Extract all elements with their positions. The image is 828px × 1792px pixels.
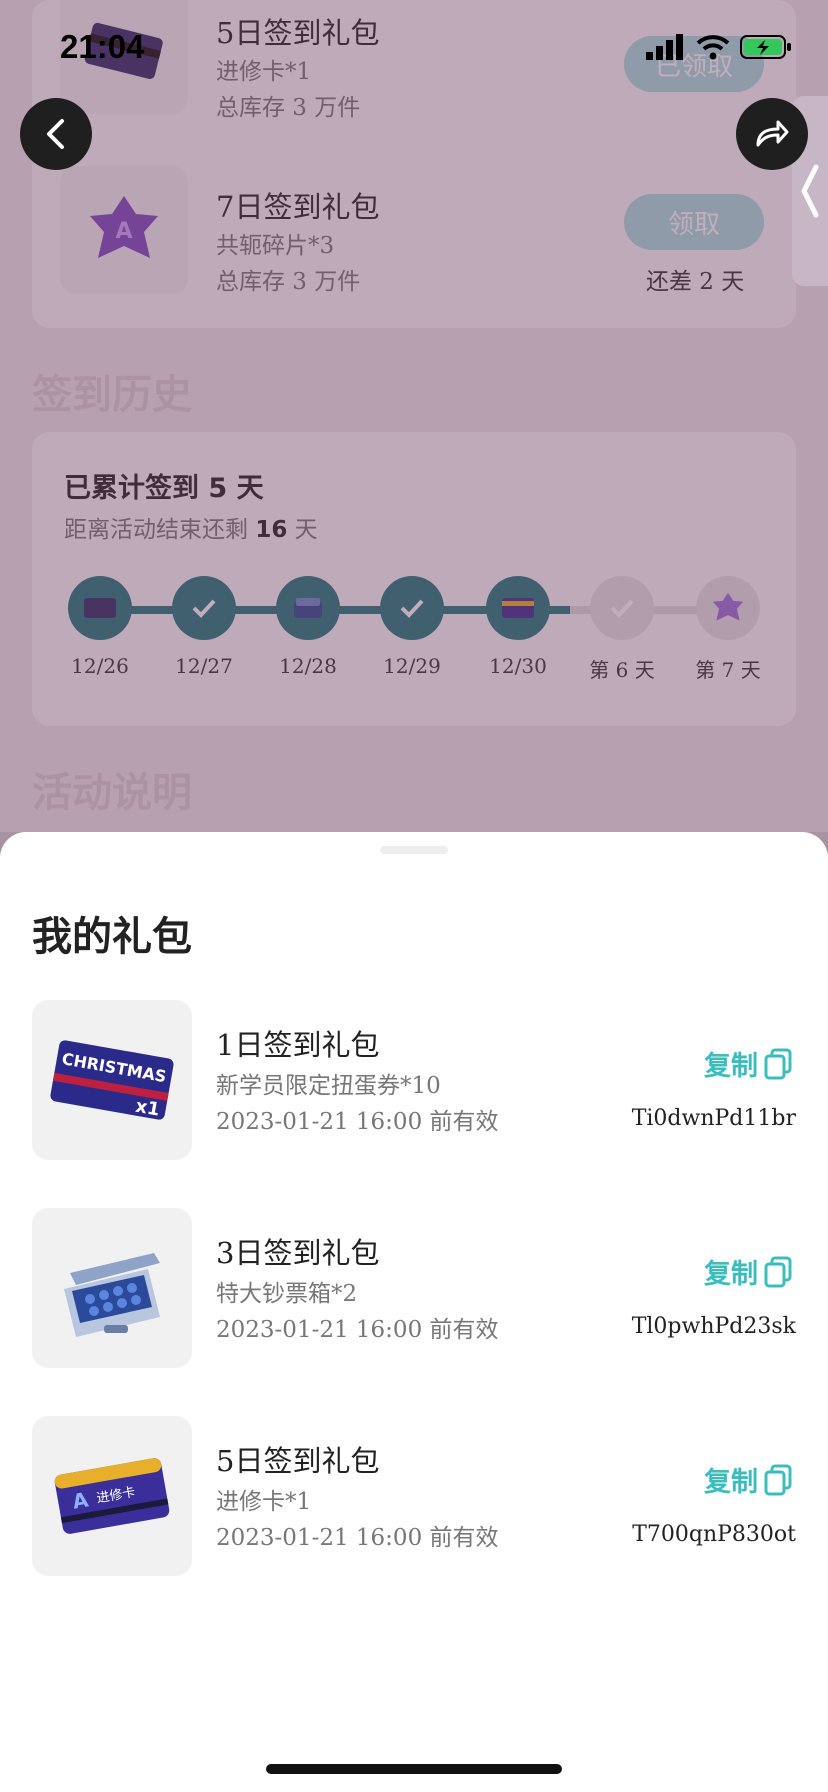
cash-box-image — [64, 1253, 160, 1337]
gift-title: 1日签到礼包 — [216, 1028, 380, 1062]
home-indicator[interactable] — [266, 1764, 562, 1774]
copy-icon — [764, 1048, 792, 1079]
status-time: 21:04 — [60, 28, 145, 65]
gift-item: 3日签到礼包 特大钞票箱*2 2023-01-21 16:00 前有效 复制 T… — [0, 1208, 828, 1368]
gift-expiry: 2023-01-21 16:00 前有效 — [216, 1317, 499, 1343]
copy-label: 复制 — [704, 1467, 758, 1498]
signal-icon — [646, 34, 683, 60]
christmas-qty: x1 — [134, 1096, 161, 1121]
gift-item-desc: 特大钞票箱*2 — [216, 1281, 358, 1307]
chevron-left-icon — [47, 119, 64, 149]
my-gifts-sheet: 我的礼包 CHRISTMAS x1 1日签到礼包 新学员限定扭蛋券*10 202… — [0, 832, 828, 1792]
share-icon — [756, 120, 789, 147]
copy-label: 复制 — [704, 1051, 758, 1082]
christmas-coupon-image: CHRISTMAS x1 — [50, 1040, 174, 1121]
copy-label: 复制 — [704, 1259, 758, 1290]
battery-icon — [740, 35, 791, 59]
copy-button[interactable]: 复制 — [704, 1460, 792, 1499]
copy-button[interactable]: 复制 — [704, 1044, 792, 1083]
gift-item-desc: 进修卡*1 — [216, 1489, 312, 1515]
gift-code[interactable]: T700qnP830ot — [632, 1522, 796, 1547]
back-button[interactable] — [20, 98, 92, 170]
gift-code[interactable]: Tl0pwhPd23sk — [632, 1314, 796, 1339]
status-icons — [646, 34, 792, 60]
gift-title: 3日签到礼包 — [216, 1236, 380, 1270]
gift-expiry: 2023-01-21 16:00 前有效 — [216, 1109, 499, 1135]
wifi-icon — [696, 35, 730, 60]
dim-overlay[interactable] — [0, 0, 828, 832]
gift-expiry: 2023-01-21 16:00 前有效 — [216, 1525, 499, 1551]
gift-code[interactable]: Ti0dwnPd11br — [632, 1106, 796, 1131]
sheet-title: 我的礼包 — [32, 914, 192, 960]
chevron-left-icon — [801, 164, 819, 218]
study-card-image: A 进修卡 — [54, 1458, 170, 1534]
sheet-grabber[interactable] — [380, 846, 448, 854]
cash-box-thumb — [32, 1208, 192, 1368]
gift-title: 5日签到礼包 — [216, 1444, 380, 1478]
christmas-coupon-thumb: CHRISTMAS x1 — [32, 1000, 192, 1160]
gift-item-desc: 新学员限定扭蛋券*10 — [216, 1073, 441, 1099]
copy-button[interactable]: 复制 — [704, 1252, 792, 1291]
copy-icon — [764, 1464, 792, 1495]
study-card-thumb: A 进修卡 — [32, 1416, 192, 1576]
gift-item: CHRISTMAS x1 1日签到礼包 新学员限定扭蛋券*10 2023-01-… — [0, 1000, 828, 1160]
share-button[interactable] — [736, 98, 808, 170]
copy-icon — [764, 1256, 792, 1287]
gift-item: A 进修卡 5日签到礼包 进修卡*1 2023-01-21 16:00 前有效 … — [0, 1416, 828, 1576]
